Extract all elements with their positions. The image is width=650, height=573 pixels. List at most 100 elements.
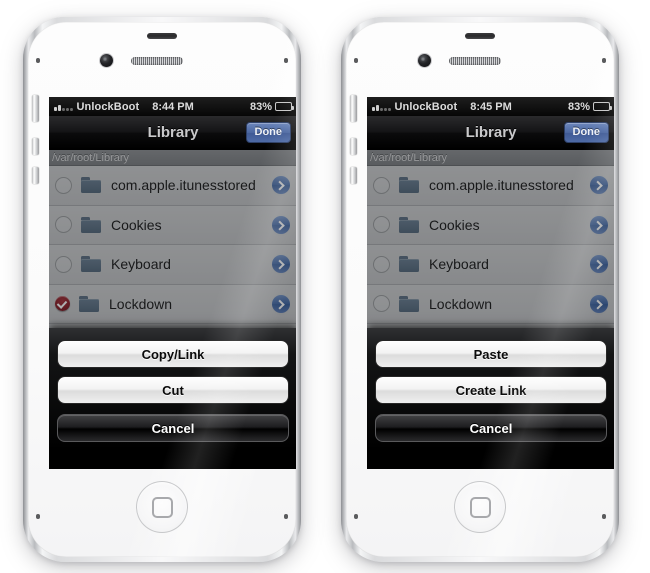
file-name: com.apple.itunesstored bbox=[111, 177, 256, 194]
battery-percent-label: 83% bbox=[249, 100, 272, 113]
file-name: Keyboard bbox=[111, 256, 171, 273]
select-radio[interactable] bbox=[55, 216, 72, 234]
home-square-icon bbox=[151, 496, 173, 518]
home-button[interactable] bbox=[136, 481, 188, 533]
phone-right: UnlockBoot 8:45 PM 83% Library Done /var… bbox=[335, 7, 625, 567]
select-radio[interactable] bbox=[373, 216, 390, 234]
file-name: Lockdown bbox=[429, 295, 493, 312]
path-label: /var/root/Library bbox=[370, 151, 448, 164]
phone-left: UnlockBoot 8:44 PM 83% Library Done /var… bbox=[17, 7, 307, 567]
home-square-icon bbox=[469, 496, 491, 518]
chevron-right-icon[interactable] bbox=[590, 215, 608, 234]
earpiece-speaker-icon bbox=[131, 57, 183, 65]
status-bar: UnlockBoot 8:44 PM 83% bbox=[49, 97, 296, 116]
battery-icon bbox=[593, 102, 612, 111]
volume-up-button[interactable] bbox=[32, 138, 39, 155]
file-name: Keyboard bbox=[429, 256, 489, 273]
folder-icon bbox=[81, 216, 101, 233]
antenna-notch-top-left bbox=[36, 58, 40, 63]
file-name: Cookies bbox=[429, 216, 480, 233]
table-row[interactable]: Keyboard bbox=[367, 245, 614, 285]
select-radio[interactable] bbox=[373, 255, 390, 273]
select-radio-checked[interactable] bbox=[55, 296, 70, 312]
folder-icon bbox=[79, 295, 99, 312]
phone-body: UnlockBoot 8:44 PM 83% Library Done /var… bbox=[28, 22, 296, 557]
chevron-right-icon[interactable] bbox=[272, 294, 290, 313]
signal-bars-icon bbox=[372, 103, 391, 111]
volume-down-button[interactable] bbox=[32, 167, 39, 184]
folder-icon bbox=[81, 177, 101, 194]
file-name: Lockdown bbox=[109, 295, 173, 312]
folder-icon bbox=[399, 295, 419, 312]
select-radio[interactable] bbox=[55, 176, 72, 194]
folder-icon bbox=[81, 256, 101, 273]
chevron-right-icon[interactable] bbox=[590, 176, 608, 195]
page-title: Library bbox=[465, 124, 517, 141]
chevron-right-icon[interactable] bbox=[590, 294, 608, 313]
battery-percent-label: 83% bbox=[567, 100, 590, 113]
path-breadcrumb: /var/root/Library bbox=[49, 150, 296, 166]
select-radio[interactable] bbox=[55, 255, 72, 273]
scene: UnlockBoot 8:44 PM 83% Library Done /var… bbox=[0, 0, 650, 573]
table-row[interactable]: Lockdown bbox=[49, 284, 296, 324]
cancel-button[interactable]: Cancel bbox=[375, 414, 607, 442]
front-camera-icon bbox=[418, 54, 431, 67]
sleep-wake-button[interactable] bbox=[465, 33, 495, 39]
chevron-right-icon[interactable] bbox=[272, 176, 290, 195]
home-button[interactable] bbox=[454, 481, 506, 533]
select-radio[interactable] bbox=[373, 295, 390, 313]
folder-icon bbox=[399, 216, 419, 233]
done-button[interactable]: Done bbox=[563, 122, 609, 143]
table-row[interactable]: Keyboard bbox=[49, 245, 296, 285]
carrier-label: UnlockBoot bbox=[394, 100, 458, 113]
table-row[interactable]: com.apple.itunesstored bbox=[49, 166, 296, 206]
antenna-notch-bottom-left bbox=[36, 514, 40, 519]
action-secondary-button[interactable]: Create Link bbox=[375, 376, 607, 404]
cancel-button[interactable]: Cancel bbox=[57, 414, 289, 442]
carrier-label: UnlockBoot bbox=[76, 100, 140, 113]
path-label: /var/root/Library bbox=[52, 151, 130, 164]
table-row[interactable]: Lockdown bbox=[367, 284, 614, 324]
chevron-right-icon[interactable] bbox=[272, 255, 290, 274]
earpiece-speaker-icon bbox=[449, 57, 501, 65]
done-button[interactable]: Done bbox=[245, 122, 291, 143]
volume-down-button[interactable] bbox=[350, 167, 357, 184]
folder-icon bbox=[399, 256, 419, 273]
file-name: com.apple.itunesstored bbox=[429, 177, 574, 194]
phone-screen[interactable]: UnlockBoot 8:44 PM 83% Library Done /var… bbox=[49, 97, 296, 469]
status-bar-right: 83% bbox=[567, 100, 612, 113]
battery-icon bbox=[275, 102, 294, 111]
status-bar-left: UnlockBoot bbox=[372, 101, 457, 113]
ring-silent-switch[interactable] bbox=[32, 95, 39, 122]
navigation-bar: Library Done bbox=[367, 116, 614, 150]
action-sheet: Copy/Link Cut Cancel bbox=[49, 328, 296, 450]
action-sheet: Paste Create Link Cancel bbox=[367, 328, 614, 450]
volume-up-button[interactable] bbox=[350, 138, 357, 155]
antenna-notch-top-right bbox=[602, 58, 606, 63]
table-row[interactable]: com.apple.itunesstored bbox=[367, 166, 614, 206]
antenna-notch-bottom-right bbox=[284, 514, 288, 519]
action-primary-button[interactable]: Copy/Link bbox=[57, 340, 289, 368]
ring-silent-switch[interactable] bbox=[350, 95, 357, 122]
navigation-bar: Library Done bbox=[49, 116, 296, 150]
chevron-right-icon[interactable] bbox=[272, 215, 290, 234]
file-name: Cookies bbox=[111, 216, 162, 233]
file-list[interactable]: Caches /var/root/Library com.apple.itune… bbox=[49, 150, 296, 328]
file-list[interactable]: Caches /var/root/Library com.apple.itune… bbox=[367, 150, 614, 328]
page-title: Library bbox=[147, 124, 199, 141]
table-row[interactable]: Cookies bbox=[49, 205, 296, 245]
table-row[interactable]: Cookies bbox=[367, 205, 614, 245]
action-secondary-button[interactable]: Cut bbox=[57, 376, 289, 404]
action-primary-button[interactable]: Paste bbox=[375, 340, 607, 368]
status-bar: UnlockBoot 8:45 PM 83% bbox=[367, 97, 614, 116]
chevron-right-icon[interactable] bbox=[590, 255, 608, 274]
antenna-notch-top-left bbox=[354, 58, 358, 63]
antenna-notch-bottom-right bbox=[602, 514, 606, 519]
status-bar-right: 83% bbox=[249, 100, 294, 113]
antenna-notch-top-right bbox=[284, 58, 288, 63]
select-radio[interactable] bbox=[373, 176, 390, 194]
folder-icon bbox=[399, 177, 419, 194]
antenna-notch-bottom-left bbox=[354, 514, 358, 519]
sleep-wake-button[interactable] bbox=[147, 33, 177, 39]
phone-screen[interactable]: UnlockBoot 8:45 PM 83% Library Done /var… bbox=[367, 97, 614, 469]
